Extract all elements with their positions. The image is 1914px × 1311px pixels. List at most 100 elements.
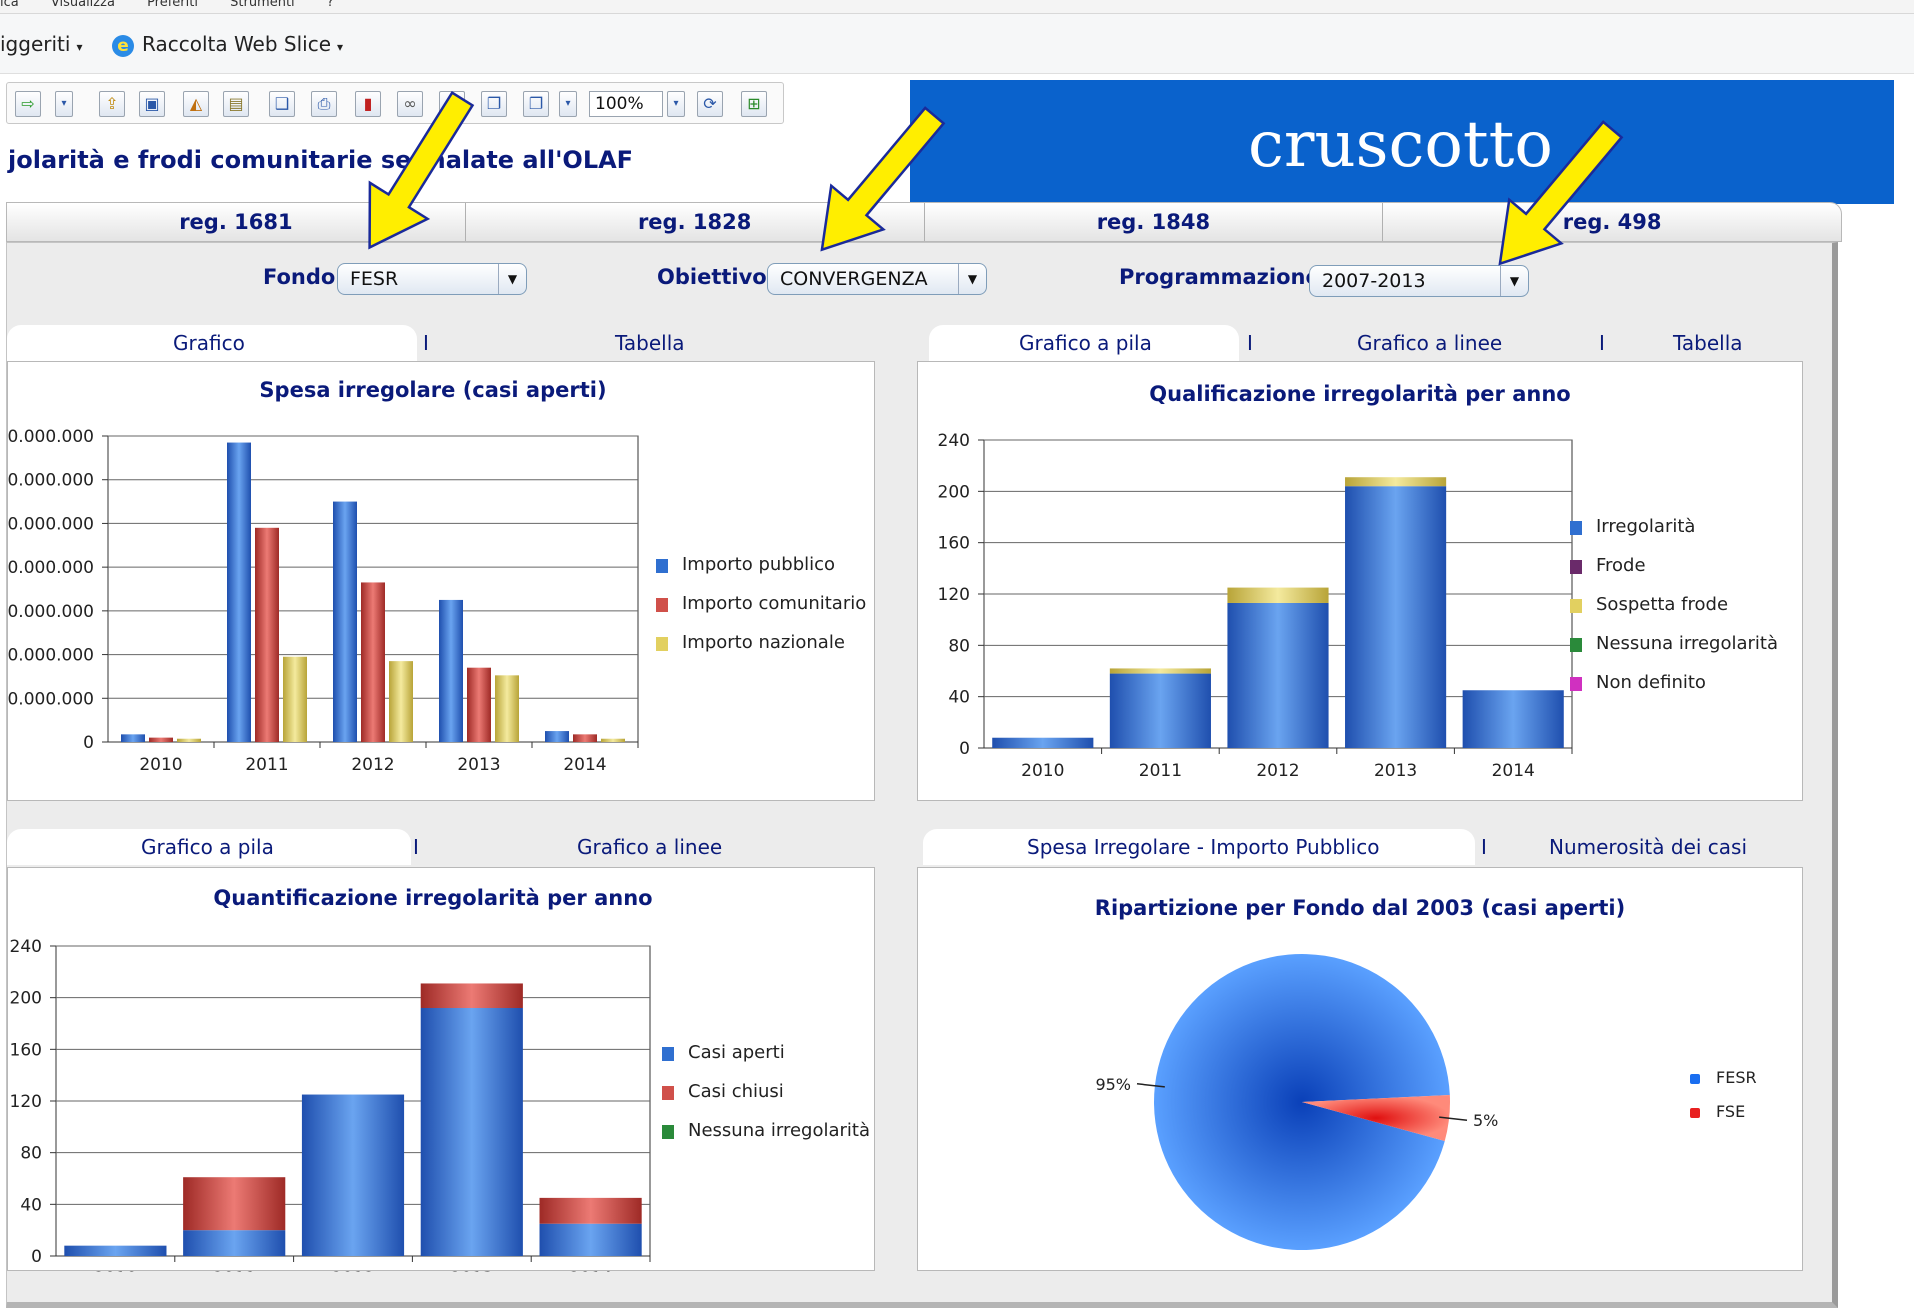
save-icon[interactable]: ▣ [139,91,165,117]
zoom-select[interactable]: 100% [589,91,663,117]
legend-swatch [1570,677,1582,691]
menu-item-tools[interactable]: Strumenti [230,0,295,10]
bar-irregolarit- [1345,486,1447,748]
tab-tabella[interactable]: Tabella [1673,331,1743,355]
obiettivo-select[interactable]: CONVERGENZA ▼ [767,263,987,295]
tab-separator: I [423,331,429,355]
chart-icon[interactable]: ◭ [183,91,209,117]
zoom-dropdown-icon[interactable]: ▾ [667,91,685,117]
tab-tabella[interactable]: Tabella [615,331,685,355]
quantificazione-tabs: Grafico a pila I Grafico a linee [7,829,873,865]
legend-label: FSE [1716,1102,1746,1121]
chevron-down-icon: ▼ [498,264,526,294]
bar-importo-comunitario [467,667,491,742]
obiettivo-value: CONVERGENZA [780,268,928,290]
chart-ripartizione: Ripartizione per Fondo dal 2003 (casi ap… [917,867,1803,1271]
bar-casi-aperti [420,1008,523,1256]
tab-numerosita-casi[interactable]: Numerosità dei casi [1549,835,1747,859]
tab-reg-498[interactable]: reg. 498 [1383,203,1841,241]
menu-item[interactable]: ica [0,0,19,10]
zoom-value: 100% [595,94,644,114]
bar-casi-chiusi [420,983,523,1008]
bar-importo-nazionale [177,738,201,742]
web-slice-gallery-link[interactable]: e Raccolta Web Slice ▾ [112,32,343,57]
x-tick-label: 2010 [1021,761,1064,781]
print-icon[interactable]: ⎙ [311,91,337,117]
legend-swatch [662,1125,674,1139]
bar-casi-aperti [183,1230,286,1256]
dashboard-panel: Fondo FESR ▼ Obiettivo CONVERGENZA ▼ Pro… [6,242,1838,1308]
y-tick-label: 40 [20,1195,42,1215]
tab-spesa-irregolare[interactable]: Spesa Irregolare - Importo Pubblico [1027,835,1379,859]
dropdown-icon[interactable]: ▾ [559,91,577,117]
x-tick-label: 2012 [331,1269,374,1272]
tab-separator: I [1247,331,1253,355]
chevron-down-icon: ▾ [337,40,344,54]
menu-item-view[interactable]: Visualizza [51,0,115,10]
bar-importo-nazionale [495,675,519,742]
legend-label: Nessuna irregolarità [1596,633,1778,654]
excel-icon[interactable]: ⊞ [741,91,767,117]
bar-importo-pubblico [545,731,569,742]
regulation-tabs: reg. 1681 reg. 1828 reg. 1848 reg. 498 [6,202,1842,242]
y-tick-label: 140.000.000 [8,427,94,447]
pie-label: 95% [1095,1075,1131,1094]
bar-importo-comunitario [573,734,597,742]
tab-separator: I [1481,835,1487,859]
y-tick-label: 80 [20,1144,42,1164]
tab-grafico-a-linee[interactable]: Grafico a linee [577,835,722,859]
find-icon[interactable]: ⌕ [439,91,465,117]
tab-grafico-a-pila[interactable]: Grafico a pila [141,835,274,859]
bar-irregolarit- [1227,602,1329,748]
next-page-icon[interactable]: ⇨ [15,91,41,117]
spesa-tabs: Grafico I Tabella [7,325,873,361]
web-slice-gallery-label: Raccolta Web Slice [142,32,332,56]
legend-label: Casi chiusi [688,1081,784,1102]
tab-grafico[interactable]: Grafico [173,331,245,355]
menu-item-favorites[interactable]: Preferiti [147,0,198,10]
tab-separator: I [1599,331,1605,355]
x-tick-label: 2011 [213,1269,256,1272]
bar-sospetta-frode [1345,477,1447,487]
legend-label: Casi aperti [688,1042,785,1063]
dropdown-icon[interactable]: ▾ [55,91,73,117]
x-tick-label: 2012 [351,755,394,775]
pie-label: 5% [1473,1111,1498,1130]
menu-item-help[interactable]: ? [327,0,334,10]
tab-reg-1828[interactable]: reg. 1828 [466,203,925,241]
page-setup-icon[interactable]: ❑ [269,91,295,117]
y-tick-label: 80 [948,636,970,656]
tab-grafico-a-linee[interactable]: Grafico a linee [1357,331,1502,355]
options-icon[interactable]: ❐ [523,91,549,117]
stacked-bar-chart: 0 40 80 120 160 200 240 2010 2011 2012 2013 2014 [938,431,1573,781]
export-icon[interactable]: ⇪ [99,91,125,117]
programmazione-select[interactable]: 2007-2013 ▼ [1309,265,1529,297]
legend-swatch [1570,638,1582,652]
bar-importo-pubblico [439,599,463,742]
y-tick-label: 120.000.000 [8,471,94,491]
chevron-down-icon: ▼ [1500,266,1528,296]
pdf-icon[interactable]: ▮ [355,91,381,117]
tab-grafico-a-pila[interactable]: Grafico a pila [1019,331,1152,355]
browser-menu-bar: ica Visualizza Preferiti Strumenti ? [0,0,1914,14]
suggested-sites-link[interactable]: iggeriti ▾ [0,32,82,56]
y-tick-label: 80.000.000 [8,558,94,578]
print-preview-icon[interactable]: ❐ [481,91,507,117]
bar-casi-chiusi [183,1177,286,1231]
y-tick-label: 20.000.000 [8,689,94,709]
x-tick-label: 2011 [1139,761,1182,781]
y-tick-label: 0 [959,739,970,759]
document-icon[interactable]: ▤ [223,91,249,117]
tab-reg-1681[interactable]: reg. 1681 [7,203,466,241]
obiettivo-label: Obiettivo [657,265,767,289]
tab-reg-1848[interactable]: reg. 1848 [925,203,1384,241]
legend-label: Non definito [1596,672,1706,693]
chart-quantificazione: Quantificazione irregolarità per anno 04… [7,867,875,1272]
chart-qualificazione: Qualificazione irregolarità per anno 0 40… [917,361,1803,801]
fondo-select[interactable]: FESR ▼ [337,263,527,295]
bar-importo-nazionale [601,738,625,742]
favorites-bar: iggeriti ▾ e Raccolta Web Slice ▾ [0,14,1914,74]
bar-irregolarit- [1462,690,1564,748]
link-icon[interactable]: ∞ [397,91,423,117]
refresh-icon[interactable]: ⟳ [697,91,723,117]
